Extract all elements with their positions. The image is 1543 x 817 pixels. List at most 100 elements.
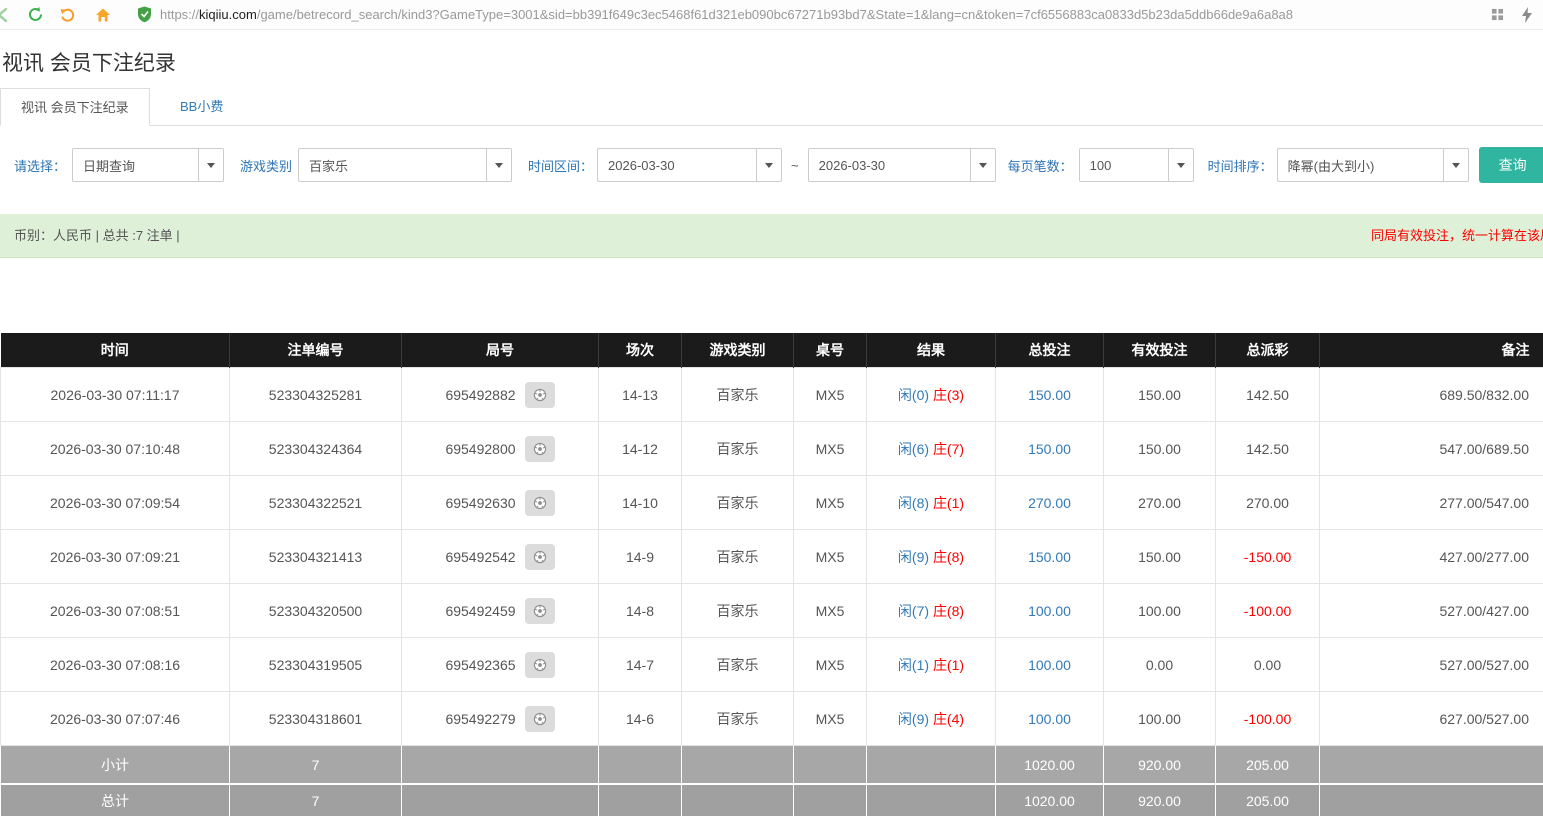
refresh-icon[interactable] [25,5,45,25]
query-button[interactable]: 查询 [1479,147,1543,183]
url-bar[interactable]: https://kiqiiu.com/game/betrecord_search… [137,6,1479,23]
cell-result: 闲(6) 庄(7) [867,422,996,476]
cell-payout: -100.00 [1216,692,1320,746]
cell-session: 14-8 [599,584,682,638]
cell-round: 695492459 [402,584,599,638]
date-to-select[interactable]: 2026-03-30 [808,148,996,182]
cell-bet-id: 523304320500 [230,584,402,638]
select-arrow-icon [486,149,511,181]
game-replay-button[interactable] [525,652,555,678]
game-replay-button[interactable] [525,382,555,408]
cell-session: 14-6 [599,692,682,746]
result-player: 闲(1) [898,657,929,673]
cell-valid-bet: 150.00 [1104,530,1216,584]
game-replay-button[interactable] [525,490,555,516]
cell-table-no: MX5 [794,692,867,746]
url-path: /game/betrecord_search/kind3?GameType=30… [257,7,1293,22]
result-player: 闲(8) [898,495,929,511]
security-shield-icon[interactable] [137,6,152,23]
round-number: 695492459 [445,603,515,619]
cell-bet-id: 523304318601 [230,692,402,746]
cell-table-no: MX5 [794,422,867,476]
cell-payout: 142.50 [1216,368,1320,422]
cell-total-bet[interactable]: 100.00 [996,638,1104,692]
home-icon[interactable] [93,5,113,25]
browser-right-icons [1487,5,1537,25]
url-domain: kiqiiu.com [199,7,257,22]
back-icon[interactable] [0,5,13,25]
game-replay-button[interactable] [525,436,555,462]
summary-notice: 同局有效投注，统一计算在该局 [1371,215,1543,257]
page-size-label: 每页笔数： [1008,156,1073,175]
game-type-value: 百家乐 [309,156,348,175]
cell-time: 2026-03-30 07:09:54 [1,476,230,530]
cell-note: 427.00/277.00 [1320,530,1543,584]
table-row: 2026-03-30 07:08:51523304320500695492459… [1,584,1543,638]
cell-time: 2026-03-30 07:07:46 [1,692,230,746]
footer-payout: 205.00 [1216,784,1320,817]
footer-total-bet: 1020.00 [996,784,1104,817]
date-to-value: 2026-03-30 [819,158,886,173]
cell-valid-bet: 0.00 [1104,638,1216,692]
tab-bb-tips[interactable]: BB小费 [160,88,243,126]
query-type-label: 请选择： [14,156,66,175]
cell-round: 695492542 [402,530,599,584]
date-from-select[interactable]: 2026-03-30 [597,148,782,182]
round-number: 695492365 [445,657,515,673]
round-number: 695492279 [445,711,515,727]
select-arrow-icon [756,149,781,181]
bet-records-table: 时间注单编号局号场次游戏类别桌号结果总投注有效投注总派彩备注 2026-03-3… [0,333,1543,817]
column-header-3: 局号 [402,333,599,368]
cell-valid-bet: 100.00 [1104,584,1216,638]
page-title: 视讯 会员下注纪录 [2,47,176,77]
sort-order-select[interactable]: 降幂(由大到小) [1277,148,1469,182]
url-text: https://kiqiiu.com/game/betrecord_search… [160,7,1293,22]
cell-round: 695492365 [402,638,599,692]
page-size-value: 100 [1090,158,1112,173]
result-player: 闲(7) [898,603,929,619]
game-replay-button[interactable] [525,598,555,624]
cell-total-bet[interactable]: 270.00 [996,476,1104,530]
cell-note: 277.00/547.00 [1320,476,1543,530]
cell-valid-bet: 270.00 [1104,476,1216,530]
cell-bet-id: 523304322521 [230,476,402,530]
cell-time: 2026-03-30 07:08:16 [1,638,230,692]
round-number: 695492882 [445,387,515,403]
browser-nav-icons [0,5,113,25]
summary-currency-count: 币别：人民币 | 总共 :7 注单 | [14,215,180,257]
column-header-5: 游戏类别 [682,333,794,368]
cell-payout: 0.00 [1216,638,1320,692]
result-player: 闲(9) [898,549,929,565]
cell-bet-id: 523304319505 [230,638,402,692]
cell-total-bet[interactable]: 150.00 [996,368,1104,422]
undo-icon[interactable] [57,5,77,25]
cell-total-bet[interactable]: 100.00 [996,692,1104,746]
cell-note: 527.00/527.00 [1320,638,1543,692]
cell-game-type: 百家乐 [682,422,794,476]
query-type-select[interactable]: 日期查询 [72,148,224,182]
result-banker: 庄(1) [933,657,964,673]
game-type-select[interactable]: 百家乐 [298,148,512,182]
cell-total-bet[interactable]: 150.00 [996,530,1104,584]
filter-bar: 请选择： 日期查询 游戏类别 百家乐 时间区间： 2026-03-30 ~ 20… [0,147,1543,183]
cell-session: 14-9 [599,530,682,584]
lightning-icon[interactable] [1517,5,1537,25]
apps-grid-icon[interactable] [1487,5,1507,25]
cell-bet-id: 523304325281 [230,368,402,422]
column-header-11: 备注 [1320,333,1543,368]
subtotal-row: 小计71020.00920.00205.00 [1,746,1543,785]
cell-payout: -150.00 [1216,530,1320,584]
result-player: 闲(0) [898,387,929,403]
result-player: 闲(6) [898,441,929,457]
cell-game-type: 百家乐 [682,638,794,692]
page-size-select[interactable]: 100 [1079,148,1194,182]
sort-order-value: 降幂(由大到小) [1288,156,1375,175]
cell-result: 闲(0) 庄(3) [867,368,996,422]
game-replay-button[interactable] [525,706,555,732]
cell-total-bet[interactable]: 100.00 [996,584,1104,638]
cell-total-bet[interactable]: 150.00 [996,422,1104,476]
game-replay-button[interactable] [525,544,555,570]
cell-valid-bet: 150.00 [1104,422,1216,476]
tab-betting-records[interactable]: 视讯 会员下注纪录 [0,88,150,126]
url-scheme: https:// [160,7,199,22]
